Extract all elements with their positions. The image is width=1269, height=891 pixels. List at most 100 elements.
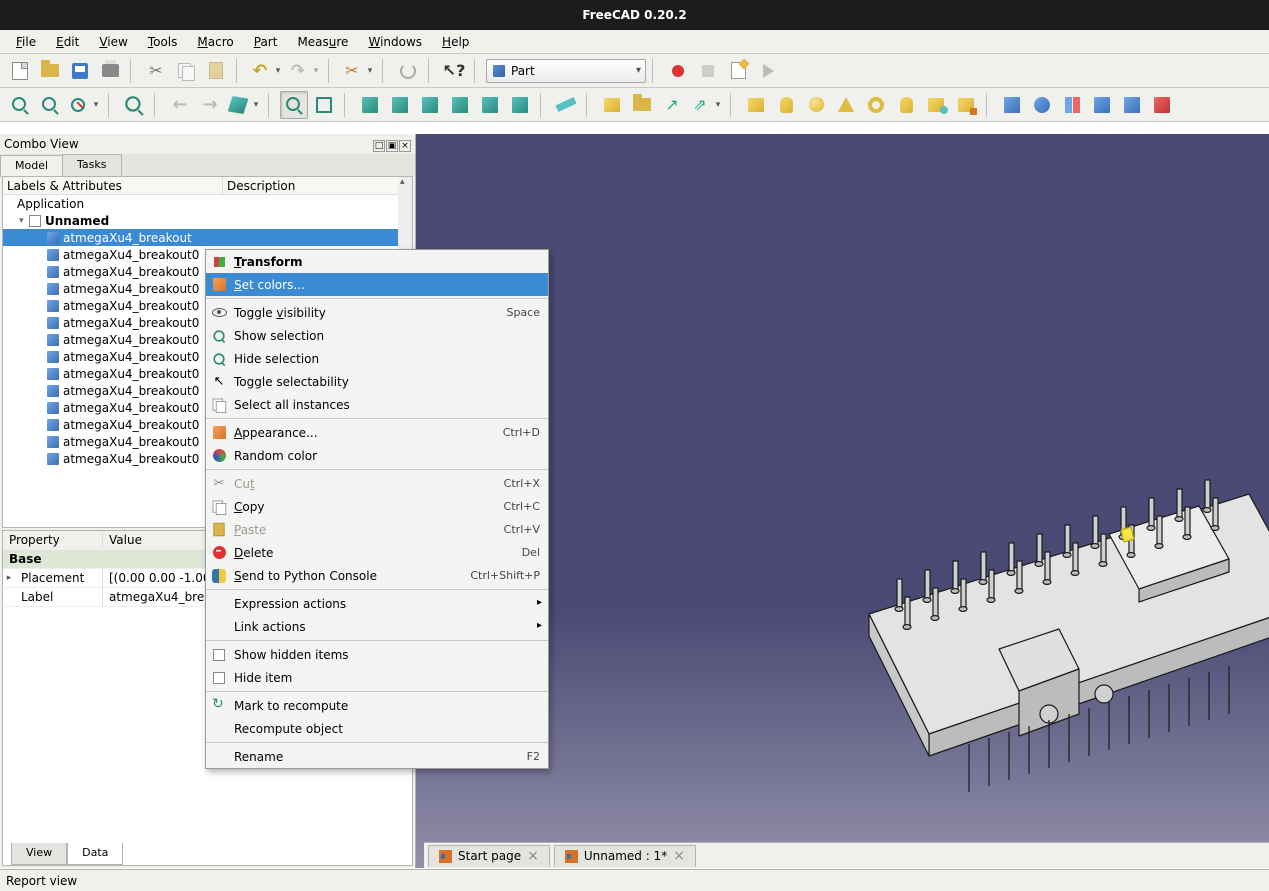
sphere-button[interactable] xyxy=(802,91,830,119)
tab-model[interactable]: Model xyxy=(0,155,63,177)
macro-run-button[interactable] xyxy=(754,57,782,85)
link-button[interactable]: ✂▾ xyxy=(340,57,376,85)
ctx-delete[interactable]: DeleteDel xyxy=(206,541,548,564)
ctx-hide-selection[interactable]: Hide selection xyxy=(206,347,548,370)
ctx-toggle-selectability[interactable]: ↖Toggle selectability xyxy=(206,370,548,393)
cylinder-button[interactable] xyxy=(772,91,800,119)
ctx-appearance-[interactable]: Appearance...Ctrl+D xyxy=(206,421,548,444)
rear-view-button[interactable] xyxy=(446,91,474,119)
whatsthis-button[interactable]: ↖? xyxy=(440,57,468,85)
menu-edit[interactable]: Edit xyxy=(48,33,87,51)
menu-macro[interactable]: Macro xyxy=(189,33,241,51)
nav-back-button[interactable]: ← xyxy=(166,91,194,119)
cut-button[interactable]: ✂ xyxy=(142,57,170,85)
bounding-box-button[interactable] xyxy=(120,91,148,119)
box-button[interactable] xyxy=(742,91,770,119)
tree-root[interactable]: Application xyxy=(3,195,412,212)
paste-button[interactable] xyxy=(202,57,230,85)
sync-view-button[interactable] xyxy=(280,91,308,119)
macro-edit-button[interactable] xyxy=(724,57,752,85)
copy-button[interactable] xyxy=(172,57,200,85)
extrude-button[interactable] xyxy=(998,91,1026,119)
tree-doc[interactable]: ▾Unnamed xyxy=(3,212,412,229)
link-make-button[interactable]: ↗ xyxy=(658,91,686,119)
fit-all-button[interactable] xyxy=(6,91,34,119)
torus-button[interactable] xyxy=(862,91,890,119)
shape-builder-button[interactable] xyxy=(952,91,980,119)
undo-button[interactable]: ↶▾ xyxy=(248,57,284,85)
ctx-show-selection[interactable]: Show selection xyxy=(206,324,548,347)
workbench-selector[interactable]: Part xyxy=(486,59,646,83)
ctx-random-color[interactable]: Random color xyxy=(206,444,548,467)
fillet-button[interactable] xyxy=(1088,91,1116,119)
left-view-button[interactable] xyxy=(506,91,534,119)
ctx-select-all-instances[interactable]: Select all instances xyxy=(206,393,548,416)
open-button[interactable] xyxy=(36,57,64,85)
redo-button[interactable]: ↷▾ xyxy=(286,57,322,85)
macro-record-button[interactable] xyxy=(664,57,692,85)
close-icon[interactable]: × xyxy=(527,848,539,864)
ruled-surface-button[interactable] xyxy=(1148,91,1176,119)
macro-stop-button[interactable] xyxy=(694,57,722,85)
menu-bar: File Edit View Tools Macro Part Measure … xyxy=(0,30,1269,54)
ctx-set-colors-[interactable]: Set colors... xyxy=(206,273,548,296)
toolbar-view: ▾ ← → ▾ ↗ ⇗▾ xyxy=(0,88,1269,122)
ctx-toggle-visibility[interactable]: Toggle visibilitySpace xyxy=(206,301,548,324)
freecad-icon xyxy=(565,850,578,863)
close-icon[interactable]: × xyxy=(673,848,685,864)
prop-tab-view[interactable]: View xyxy=(11,843,67,865)
menu-help[interactable]: Help xyxy=(434,33,477,51)
tube-button[interactable] xyxy=(892,91,920,119)
ctx-send-to-python-console[interactable]: Send to Python ConsoleCtrl+Shift+P xyxy=(206,564,548,587)
draw-style-button[interactable]: ▾ xyxy=(66,91,102,119)
ctx-copy[interactable]: CopyCtrl+C xyxy=(206,495,548,518)
ctx-transform[interactable]: Transform xyxy=(206,250,548,273)
chamfer-button[interactable] xyxy=(1118,91,1146,119)
tab-tasks[interactable]: Tasks xyxy=(62,154,121,176)
isometric-button[interactable] xyxy=(310,91,338,119)
menu-windows[interactable]: Windows xyxy=(360,33,430,51)
mirror-button[interactable] xyxy=(1058,91,1086,119)
ctx-mark-to-recompute[interactable]: Mark to recompute xyxy=(206,694,548,717)
print-button[interactable] xyxy=(96,57,124,85)
context-menu: TransformSet colors... Toggle visibilityS… xyxy=(205,249,549,769)
cone-button[interactable] xyxy=(832,91,860,119)
iso-view-button[interactable]: ▾ xyxy=(226,91,262,119)
freecad-icon xyxy=(439,850,452,863)
panel-window-buttons[interactable]: □▣× xyxy=(372,137,411,152)
ctx-expression-actions[interactable]: Expression actions xyxy=(206,592,548,615)
ctx-hide-item[interactable]: Hide item xyxy=(206,666,548,689)
menu-view[interactable]: View xyxy=(91,33,135,51)
save-button[interactable] xyxy=(66,57,94,85)
ctx-show-hidden-items[interactable]: Show hidden items xyxy=(206,643,548,666)
fit-selection-button[interactable] xyxy=(36,91,64,119)
revolve-button[interactable] xyxy=(1028,91,1056,119)
tab-start-page[interactable]: Start page × xyxy=(428,845,550,867)
combo-title: Combo View xyxy=(4,137,79,151)
pcb-model xyxy=(809,414,1269,794)
menu-measure[interactable]: Measure xyxy=(289,33,356,51)
primitives-button[interactable] xyxy=(922,91,950,119)
group-create-button[interactable] xyxy=(628,91,656,119)
part-create-button[interactable] xyxy=(598,91,626,119)
tab-unnamed[interactable]: Unnamed : 1* × xyxy=(554,845,696,867)
report-view-bar[interactable]: Report view xyxy=(0,869,1269,891)
right-view-button[interactable] xyxy=(416,91,444,119)
ctx-link-actions[interactable]: Link actions xyxy=(206,615,548,638)
top-view-button[interactable] xyxy=(386,91,414,119)
menu-tools[interactable]: Tools xyxy=(140,33,186,51)
front-view-button[interactable] xyxy=(356,91,384,119)
prop-header-property: Property xyxy=(3,531,103,549)
ctx-recompute-object[interactable]: Recompute object xyxy=(206,717,548,740)
refresh-button[interactable] xyxy=(394,57,422,85)
new-button[interactable] xyxy=(6,57,34,85)
bottom-view-button[interactable] xyxy=(476,91,504,119)
menu-part[interactable]: Part xyxy=(246,33,286,51)
measure-button[interactable] xyxy=(552,91,580,119)
tree-item[interactable]: atmegaXu4_breakout xyxy=(3,229,412,246)
link-actions-button[interactable]: ⇗▾ xyxy=(688,91,724,119)
ctx-rename[interactable]: RenameF2 xyxy=(206,745,548,768)
menu-file[interactable]: File xyxy=(8,33,44,51)
nav-forward-button[interactable]: → xyxy=(196,91,224,119)
prop-tab-data[interactable]: Data xyxy=(67,843,123,865)
